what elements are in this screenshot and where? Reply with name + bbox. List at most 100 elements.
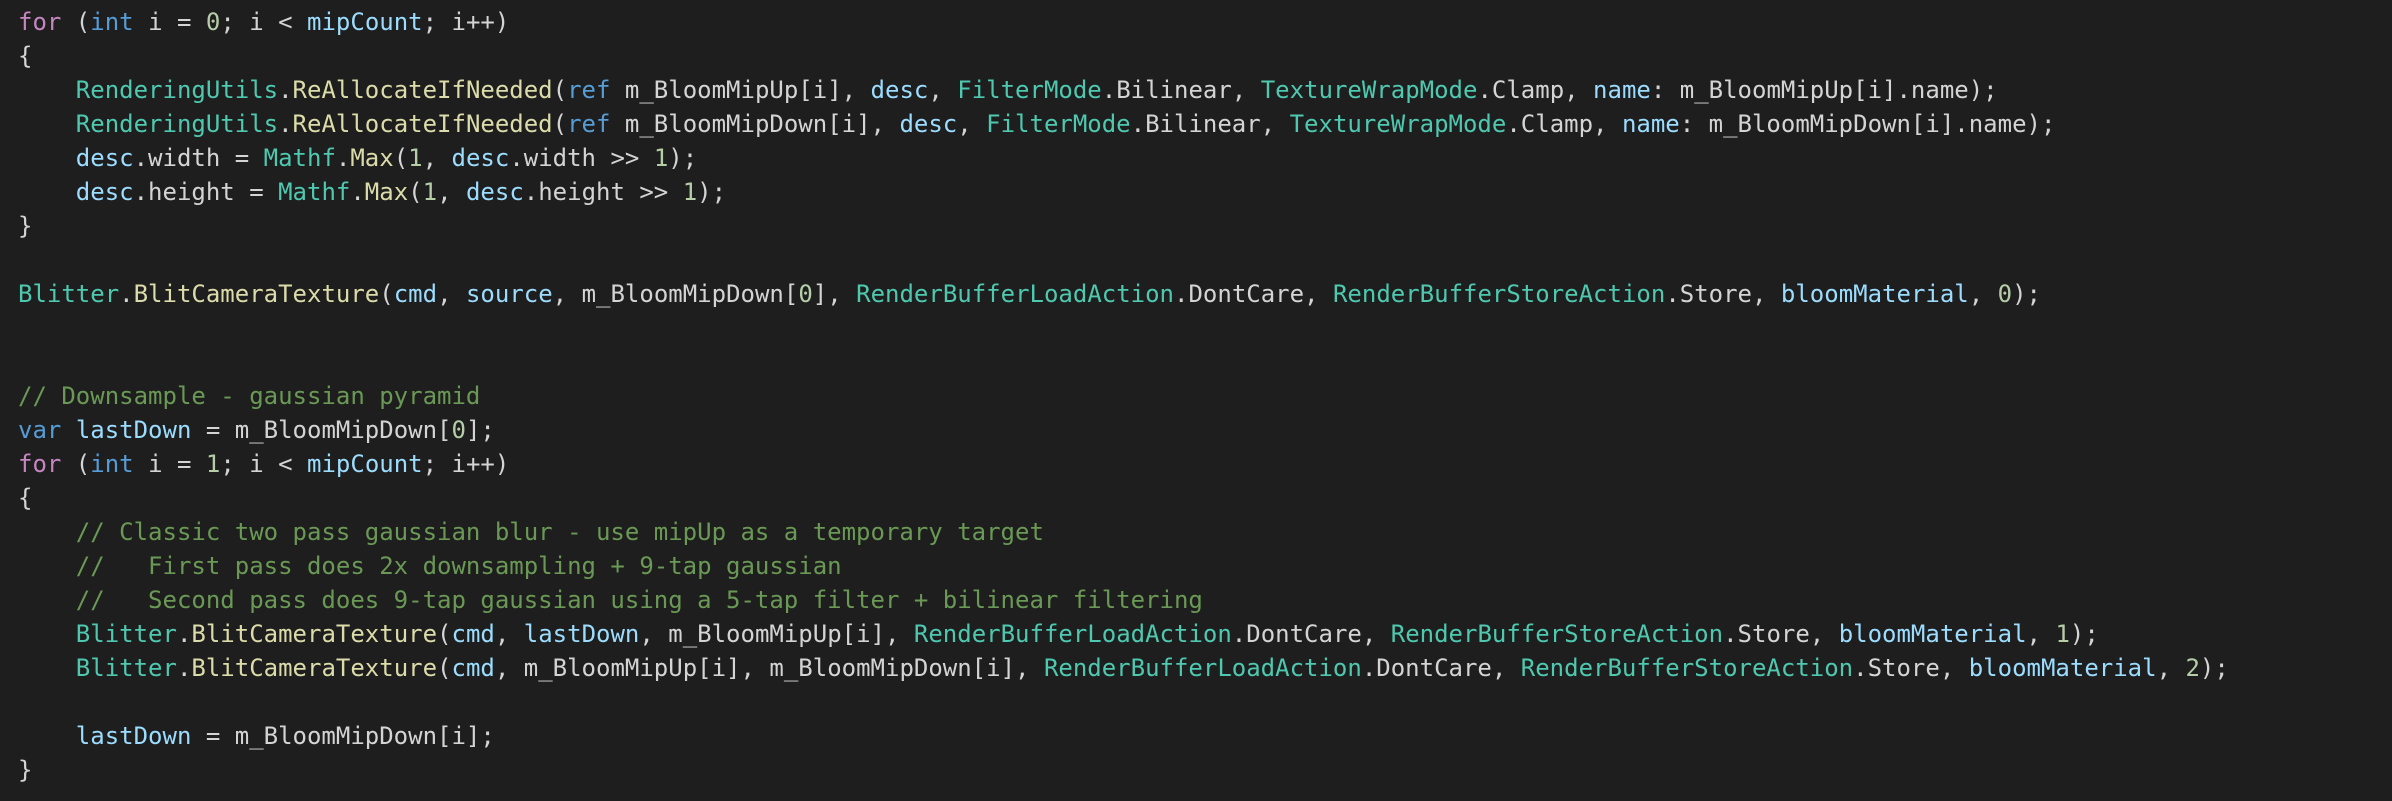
code-line[interactable]: { <box>18 481 2229 515</box>
code-line[interactable]: // Downsample - gaussian pyramid <box>18 379 2229 413</box>
code-token: .Clamp, <box>1506 110 1622 138</box>
code-line[interactable]: desc.height = Mathf.Max(1, desc.height >… <box>18 175 2229 209</box>
code-token: for <box>18 450 62 478</box>
code-token: bloomMaterial <box>1780 280 1969 308</box>
code-token: ]; <box>465 416 495 444</box>
code-line[interactable]: lastDown = m_BloomMipDown[i]; <box>18 719 2229 753</box>
code-editor[interactable]: for (int i = 0; i < mipCount; i++){ Rend… <box>0 0 2392 801</box>
code-token: ( <box>61 8 91 36</box>
code-token: , m_BloomMipUp[i], <box>639 620 914 648</box>
code-token: 0 <box>451 416 466 444</box>
code-token: .DontCare, <box>1231 620 1391 648</box>
code-token: .Store, <box>1723 620 1839 648</box>
code-token: } <box>18 756 33 784</box>
code-token: = m_BloomMipDown[ <box>191 416 452 444</box>
code-token: Mathf <box>263 144 336 172</box>
code-token: name <box>1621 110 1680 138</box>
code-line[interactable] <box>18 345 2229 379</box>
code-token: ( <box>437 654 452 682</box>
code-token: . <box>350 178 365 206</box>
code-token: BlitCameraTexture <box>191 654 438 682</box>
code-token: ( <box>437 620 452 648</box>
code-token: lastDown <box>75 722 192 750</box>
code-token: ( <box>552 76 568 104</box>
code-line[interactable]: Blitter.BlitCameraTexture(cmd, m_BloomMi… <box>18 651 2229 685</box>
code-token: , <box>1968 280 1998 308</box>
code-token: Blitter <box>18 280 120 308</box>
code-line[interactable] <box>18 685 2229 719</box>
code-line[interactable]: for (int i = 0; i < mipCount; i++) <box>18 5 2229 39</box>
code-token: .Bilinear, <box>1101 76 1261 104</box>
code-token: , m_BloomMipDown[ <box>552 280 799 308</box>
code-token: TextureWrapMode <box>1260 76 1478 104</box>
code-line[interactable] <box>18 311 2229 345</box>
code-token: var <box>18 416 62 444</box>
code-token: BlitCameraTexture <box>191 620 438 648</box>
code-line[interactable]: desc.width = Mathf.Max(1, desc.width >> … <box>18 141 2229 175</box>
code-token: .DontCare, <box>1361 654 1521 682</box>
code-line[interactable]: // Classic two pass gaussian blur - use … <box>18 515 2229 549</box>
code-token: // First pass does 2x downsampling + 9-t… <box>75 552 842 580</box>
code-token: ref <box>567 76 611 104</box>
code-token: .height = <box>133 178 279 206</box>
code-token: lastDown <box>523 620 640 648</box>
code-token: RenderBufferStoreAction <box>1332 280 1666 308</box>
code-token: . <box>119 280 134 308</box>
code-token: BlitCameraTexture <box>133 280 380 308</box>
code-token: : m_BloomMipDown[i].name); <box>1679 110 2056 138</box>
code-token: .Clamp, <box>1477 76 1594 104</box>
code-line[interactable] <box>18 243 2229 277</box>
code-line[interactable]: RenderingUtils.ReAllocateIfNeeded(ref m_… <box>18 107 2229 141</box>
code-line[interactable]: } <box>18 753 2229 787</box>
code-token: name <box>1593 76 1651 104</box>
code-token: RenderBufferStoreAction <box>1390 620 1724 648</box>
code-token: ; i < <box>220 450 308 478</box>
code-token: Max <box>350 144 394 172</box>
code-token: , <box>437 178 466 206</box>
code-token: ); <box>2012 280 2042 308</box>
code-token: desc <box>870 76 929 104</box>
code-line[interactable]: RenderingUtils.ReAllocateIfNeeded(ref m_… <box>18 73 2229 107</box>
code-token: 2 <box>2185 654 2200 682</box>
code-text-area[interactable]: for (int i = 0; i < mipCount; i++){ Rend… <box>18 5 2229 787</box>
code-token: ( <box>552 110 568 138</box>
code-token: TextureWrapMode <box>1289 110 1507 138</box>
code-token: Max <box>364 178 409 206</box>
code-token: RenderingUtils <box>75 110 279 138</box>
code-token: . <box>335 144 351 172</box>
code-line[interactable]: // Second pass does 9-tap gaussian using… <box>18 583 2229 617</box>
code-token: 1 <box>205 450 221 478</box>
code-token: int <box>90 8 134 36</box>
code-line[interactable]: for (int i = 1; i < mipCount; i++) <box>18 447 2229 481</box>
code-line[interactable]: { <box>18 39 2229 73</box>
code-token: , <box>2156 654 2186 682</box>
code-token: ); <box>697 178 727 206</box>
code-token: 1 <box>2055 620 2070 648</box>
code-token: } <box>18 212 33 240</box>
code-line[interactable]: } <box>18 209 2229 243</box>
code-line[interactable]: var lastDown = m_BloomMipDown[0]; <box>18 413 2229 447</box>
code-token: . <box>176 654 192 682</box>
code-token: . <box>176 620 192 648</box>
code-token: 1 <box>682 178 698 206</box>
code-line[interactable]: Blitter.BlitCameraTexture(cmd, lastDown,… <box>18 617 2229 651</box>
code-token: ], <box>812 280 857 308</box>
code-token: ; i < <box>220 8 308 36</box>
code-token: ); <box>2069 620 2099 648</box>
code-token: , <box>957 110 987 138</box>
code-token: i = <box>133 450 206 478</box>
code-token: ); <box>2199 654 2229 682</box>
code-line[interactable]: Blitter.BlitCameraTexture(cmd, source, m… <box>18 277 2229 311</box>
code-token: m_BloomMipUp[i], <box>610 76 871 104</box>
code-token: , <box>928 76 958 104</box>
code-token: , <box>2026 620 2056 648</box>
code-token: : m_BloomMipUp[i].name); <box>1650 76 1998 104</box>
code-line[interactable]: // First pass does 2x downsampling + 9-t… <box>18 549 2229 583</box>
